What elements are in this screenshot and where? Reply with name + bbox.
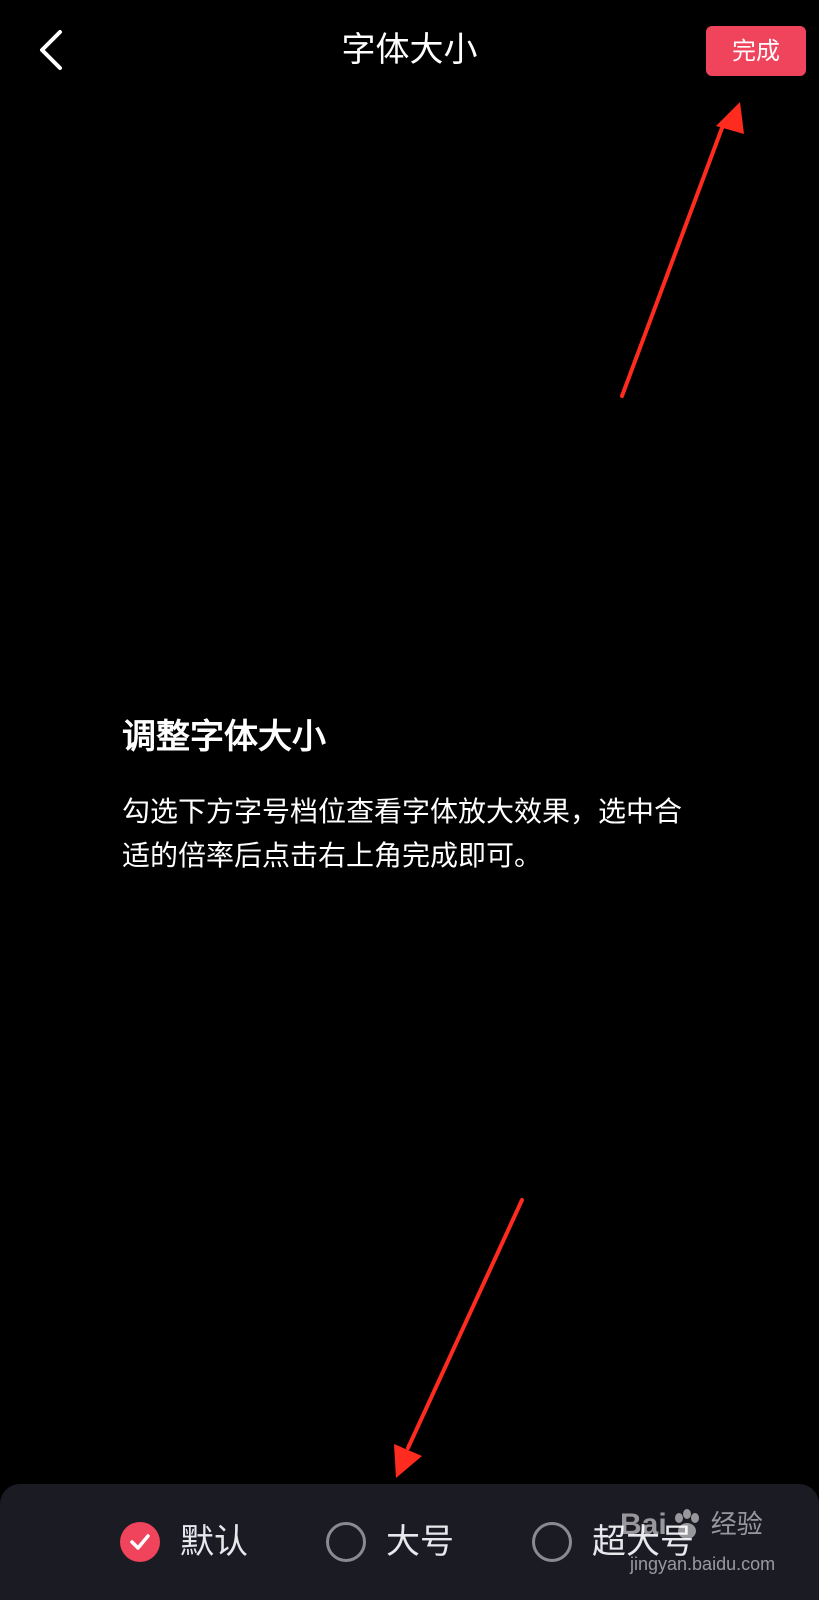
font-size-screen: 字体大小 完成 调整字体大小 勾选下方字号档位查看字体放大效果，选中合适的倍率后… xyxy=(0,0,819,1600)
arrow-down-left-icon xyxy=(394,1198,524,1478)
page-title: 字体大小 xyxy=(341,30,478,70)
nav-bar: 字体大小 完成 xyxy=(0,0,819,100)
option-default[interactable]: 默认 xyxy=(120,1484,248,1600)
arrow-up-right-icon xyxy=(620,102,744,398)
instruction-text: 勾选下方字号档位查看字体放大效果，选中合适的倍率后点击右上角完成即可。 xyxy=(122,795,683,872)
done-button[interactable]: 完成 xyxy=(706,26,806,76)
radio-icon xyxy=(532,1522,572,1562)
option-extra-large[interactable]: 超大号 xyxy=(532,1484,694,1600)
font-size-selector: 默认 大号 超大号 xyxy=(0,1484,819,1600)
option-label: 超大号 xyxy=(592,1522,694,1562)
check-icon xyxy=(120,1522,160,1562)
instruction-heading: 调整字体大小 xyxy=(122,717,326,757)
option-label: 大号 xyxy=(386,1522,454,1562)
option-label: 默认 xyxy=(180,1522,248,1562)
instruction-block: 调整字体大小 勾选下方字号档位查看字体放大效果，选中合适的倍率后点击右上角完成即… xyxy=(122,712,702,878)
radio-icon xyxy=(326,1522,366,1562)
option-large[interactable]: 大号 xyxy=(326,1484,454,1600)
